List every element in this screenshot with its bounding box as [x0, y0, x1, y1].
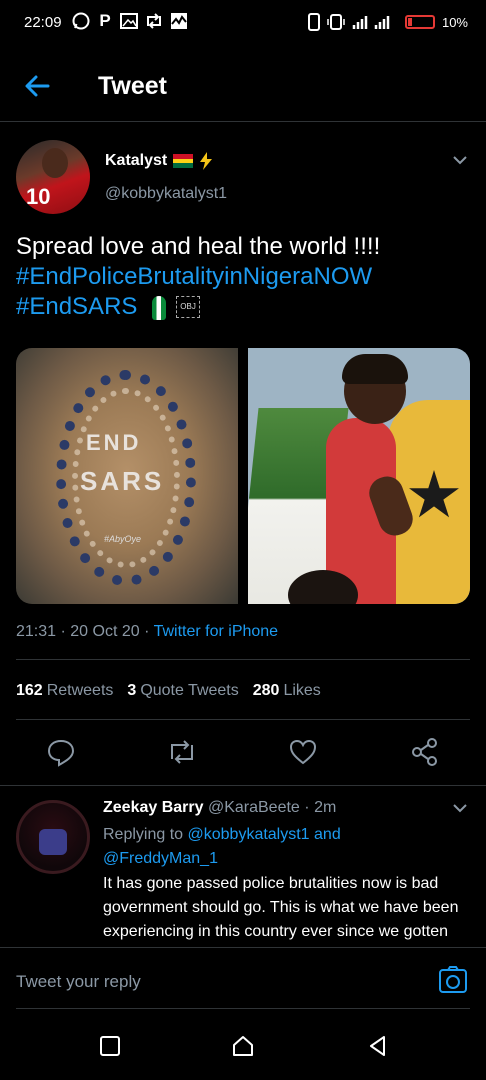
tweet-image-aerial-protest[interactable]: END SARS #AbyOye — [16, 348, 238, 604]
mention-link[interactable]: @kobbykatalyst1 — [188, 826, 310, 843]
lightning-icon — [200, 152, 213, 170]
home-icon[interactable] — [231, 1034, 255, 1058]
nigeria-ribbon-icon — [152, 295, 167, 320]
reply-time: 2m — [314, 799, 337, 816]
retweet-icon — [144, 12, 164, 35]
avatar-jersey-number: 10 — [26, 184, 51, 209]
chevron-down-icon[interactable] — [452, 152, 468, 168]
whatsapp-icon — [72, 12, 90, 35]
camera-icon[interactable] — [438, 966, 468, 996]
likes-stat[interactable]: 280 Likes — [253, 682, 321, 700]
recent-apps-icon[interactable] — [98, 1034, 122, 1058]
page-title: Tweet — [98, 72, 167, 100]
tweet-text-line: Spread love and heal the world !!!! — [16, 233, 381, 260]
image-watermark: #AbyOye — [104, 534, 142, 544]
status-right: 10% — [307, 13, 468, 31]
reply-author-handle: @KaraBeete — [207, 799, 300, 816]
replying-and: and — [314, 826, 341, 843]
reply-text: It has gone passed police brutalities no… — [103, 875, 459, 940]
divider — [16, 659, 470, 660]
quote-tweets-stat[interactable]: 3 Quote Tweets — [127, 682, 238, 700]
divider — [0, 785, 486, 786]
reply-avatar[interactable] — [16, 800, 90, 874]
p-icon: P — [99, 11, 111, 30]
tweet-text: Spread love and heal the world !!!! #End… — [16, 232, 476, 322]
battery-icon — [404, 15, 435, 29]
mention-link[interactable]: @FreddyMan_1 — [103, 850, 218, 867]
hashtag-link[interactable]: #EndSARS — [16, 293, 137, 320]
reply-composer: Tweet your reply — [0, 947, 486, 1011]
tweet-image-flags[interactable] — [248, 348, 470, 604]
back-arrow-icon[interactable] — [22, 70, 54, 102]
tweet-media: END SARS #AbyOye — [16, 348, 470, 604]
gallery-icon — [120, 12, 138, 35]
retweets-stat[interactable]: 162 Retweets — [16, 682, 113, 700]
app-header: Tweet — [0, 56, 486, 122]
like-heart-icon[interactable] — [288, 737, 318, 767]
status-time: 22:09 — [24, 14, 62, 31]
status-bar: 22:09 P 10% — [0, 0, 486, 48]
activity-icon — [170, 12, 188, 35]
image-text-sars: SARS — [80, 466, 165, 496]
author-name-text: Katalyst — [105, 152, 168, 169]
reply-input[interactable]: Tweet your reply — [16, 972, 141, 992]
author-handle[interactable]: @kobbykatalyst1 — [105, 185, 227, 203]
reply-author[interactable]: Zeekay Barry @KaraBeete · 2m — [103, 799, 336, 817]
tweet-source-link[interactable]: Twitter for iPhone — [154, 623, 279, 640]
chevron-down-icon[interactable] — [452, 800, 468, 816]
tweet-date: 20 Oct 20 — [70, 623, 140, 640]
back-nav-icon[interactable] — [366, 1034, 390, 1058]
image-text-end: END — [86, 430, 142, 455]
battery-level: 10% — [441, 14, 468, 30]
share-icon[interactable] — [410, 737, 440, 767]
hashtag-link[interactable]: #EndPoliceBrutalityinNigeraNOW — [16, 262, 476, 292]
replying-prefix: Replying to — [103, 826, 184, 843]
tweet-time: 21:31 — [16, 623, 57, 640]
tweet-timestamp: 21:31 · 20 Oct 20 · Twitter for iPhone — [16, 623, 279, 640]
status-app-icons: P — [72, 11, 188, 35]
tweet-stats: 162 Retweets 3 Quote Tweets 280 Likes — [16, 682, 321, 700]
replying-to: Replying to @kobbykatalyst1 and @FreddyM… — [103, 823, 463, 871]
author-avatar[interactable]: 10 — [16, 140, 90, 214]
vibrate-icon — [307, 13, 320, 31]
divider — [16, 719, 470, 720]
ghana-flag-icon — [173, 154, 194, 169]
signal-icon — [352, 16, 390, 29]
reply-author-name: Zeekay Barry — [103, 799, 204, 816]
author-name[interactable]: Katalyst — [105, 152, 213, 170]
tweet-actions — [0, 735, 486, 771]
rotate-icon — [327, 14, 345, 30]
divider — [16, 1008, 470, 1009]
retweet-icon[interactable] — [166, 737, 196, 767]
reply-icon[interactable] — [46, 737, 76, 767]
obj-placeholder-icon: OBJ — [176, 295, 201, 318]
system-nav-bar — [0, 1012, 486, 1080]
